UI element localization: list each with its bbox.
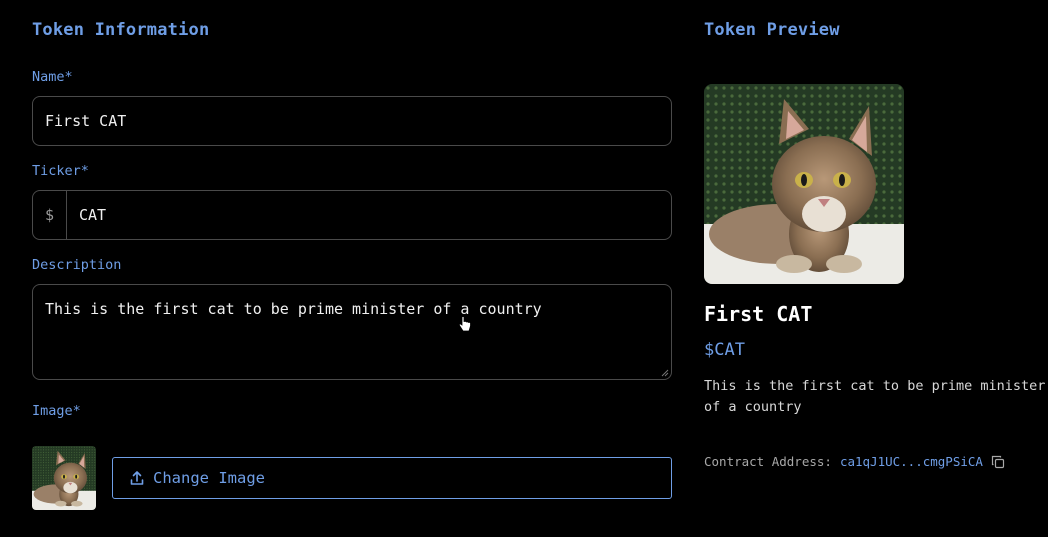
upload-icon	[130, 471, 144, 485]
ticker-label: Ticker*	[32, 163, 89, 179]
preview-token-name: First CAT	[704, 302, 813, 326]
description-value: This is the first cat to be prime minist…	[45, 300, 542, 318]
contract-address-link[interactable]: ca1qJ1UC...cmgPSiCA	[840, 454, 983, 469]
image-label: Image*	[32, 403, 81, 419]
ticker-value: CAT	[79, 206, 107, 224]
token-information-heading: Token Information	[32, 20, 210, 40]
description-textarea[interactable]: This is the first cat to be prime minist…	[32, 284, 672, 380]
copy-icon[interactable]	[991, 455, 1005, 469]
ticker-prefix: $	[33, 191, 67, 239]
contract-address-label: Contract Address:	[704, 454, 832, 469]
hand-pointer-cursor	[458, 316, 471, 332]
token-preview-image	[704, 84, 904, 284]
cat-image	[704, 84, 904, 284]
preview-token-description: This is the first cat to be prime minist…	[704, 378, 1046, 415]
cat-image	[32, 446, 96, 510]
name-label: Name*	[32, 69, 73, 85]
ticker-field[interactable]: $ CAT	[32, 190, 672, 240]
description-label: Description	[32, 257, 122, 273]
change-image-button[interactable]: Change Image	[112, 457, 672, 499]
token-image-thumbnail	[32, 446, 96, 510]
token-preview-heading: Token Preview	[704, 20, 840, 40]
resize-grip-icon[interactable]	[661, 369, 669, 377]
change-image-label: Change Image	[153, 469, 265, 487]
preview-token-ticker: $CAT	[704, 340, 745, 360]
name-field[interactable]: First CAT	[32, 96, 672, 146]
name-value: First CAT	[45, 112, 127, 130]
contract-address-row: Contract Address: ca1qJ1UC...cmgPSiCA	[704, 454, 1005, 469]
